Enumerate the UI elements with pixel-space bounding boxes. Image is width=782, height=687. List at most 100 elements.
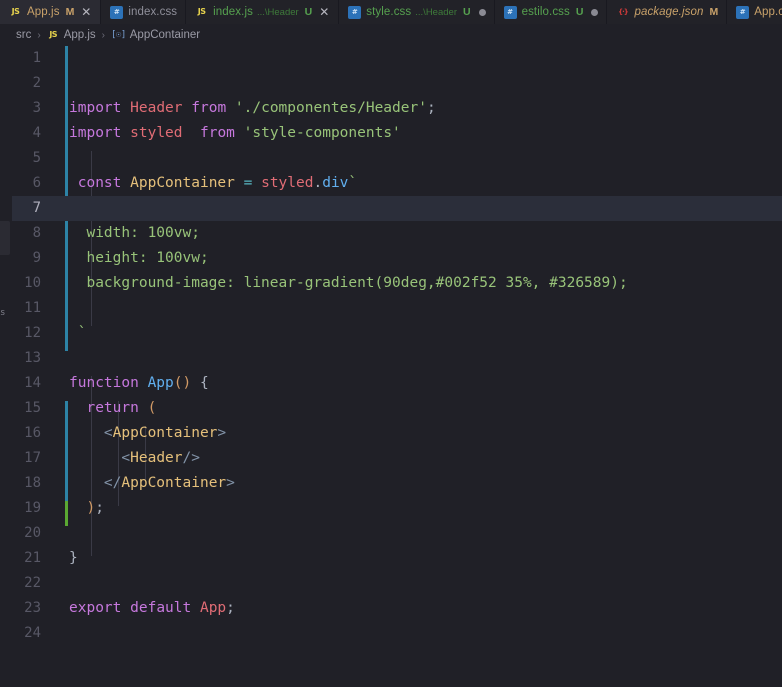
- line-number: 21: [24, 550, 41, 566]
- code-line[interactable]: 3 import Header from './componentes/Head…: [12, 96, 782, 121]
- line-number: 13: [24, 350, 41, 366]
- collapsed-sidebar-edge[interactable]: s: [0, 46, 12, 687]
- line-number: 3: [32, 100, 41, 116]
- line-content: </AppContainer>: [103, 475, 235, 491]
- line-number: 9: [32, 250, 41, 266]
- line-number: 22: [24, 575, 41, 591]
- line-content: <AppContainer>: [103, 425, 227, 441]
- code-line[interactable]: 6 const AppContainer = styled.div`: [12, 171, 782, 196]
- chevron-right-icon: ›: [37, 29, 41, 41]
- line-content: return (: [86, 400, 157, 416]
- line-number: 1: [32, 50, 41, 66]
- dirty-indicator-icon[interactable]: [478, 8, 486, 16]
- tab-label: package.json: [634, 6, 704, 18]
- line-content: width: 100vw;: [69, 225, 200, 241]
- tab-description: ...\Header: [256, 6, 299, 18]
- tab-label: style.css: [366, 6, 412, 18]
- code-line[interactable]: 19 );: [12, 496, 782, 521]
- sidebar-clipped-label: s: [0, 308, 6, 318]
- code-line[interactable]: 1: [12, 46, 782, 71]
- line-content: height: 100vw;: [69, 250, 209, 266]
- css-file-icon: #: [110, 5, 124, 19]
- code-line[interactable]: 16 <AppContainer>: [12, 421, 782, 446]
- line-content: }: [69, 550, 78, 566]
- code-line[interactable]: 21 }: [12, 546, 782, 571]
- line-number: 4: [32, 125, 41, 141]
- code-line[interactable]: 18 </AppContainer>: [12, 471, 782, 496]
- tab-index-css[interactable]: # index.css: [101, 0, 187, 24]
- code-line[interactable]: 15 return (: [12, 396, 782, 421]
- line-number: 8: [32, 225, 41, 241]
- tab-index-js-header[interactable]: JS index.js ...\Header U ✕: [186, 0, 340, 24]
- code-line[interactable]: 23 export default App;: [12, 596, 782, 621]
- tab-style-css-header[interactable]: # style.css ...\Header U: [339, 0, 495, 24]
- close-icon[interactable]: ✕: [80, 6, 92, 18]
- vscode-window: JS App.js M ✕ # index.css JS index.js ..…: [0, 0, 782, 687]
- line-number: 12: [24, 325, 41, 341]
- breadcrumb-item-symbol[interactable]: [☉] AppContainer: [111, 29, 200, 41]
- breadcrumb-item-src[interactable]: src: [16, 29, 31, 41]
- editor-tab-bar: JS App.js M ✕ # index.css JS index.js ..…: [0, 0, 782, 24]
- code-line[interactable]: 14 function App() {: [12, 371, 782, 396]
- dirty-indicator-icon[interactable]: [591, 8, 599, 16]
- tab-label: index.js: [213, 6, 253, 18]
- breadcrumb-symbol-label: AppContainer: [129, 29, 201, 41]
- json-file-icon: {·}: [618, 7, 629, 16]
- tab-status-badge: M: [65, 6, 75, 18]
- line-content: function App() {: [69, 375, 209, 391]
- tab-status-badge: U: [575, 6, 584, 18]
- code-line[interactable]: 17 <Header/>: [12, 446, 782, 471]
- tab-status-badge: U: [462, 6, 471, 18]
- code-line[interactable]: 5: [12, 146, 782, 171]
- line-number: 23: [24, 600, 41, 616]
- line-number: 2: [32, 75, 41, 91]
- line-content: );: [86, 500, 104, 516]
- line-content: background-image: linear-gradient(90deg,…: [69, 275, 628, 291]
- line-content: `: [69, 325, 87, 341]
- breadcrumb: src › JS App.js › [☉] AppContainer: [0, 24, 782, 46]
- code-line[interactable]: 24: [12, 621, 782, 646]
- line-number: 5: [32, 150, 41, 166]
- line-number: 24: [24, 625, 41, 641]
- code-line[interactable]: 13: [12, 346, 782, 371]
- tab-app-js[interactable]: JS App.js M ✕: [0, 0, 102, 24]
- code-line[interactable]: 22: [12, 571, 782, 596]
- line-number: 14: [24, 375, 41, 391]
- line-number: 19: [24, 500, 41, 516]
- code-line[interactable]: 2: [12, 71, 782, 96]
- line-number: 18: [24, 475, 41, 491]
- code-line[interactable]: 10 background-image: linear-gradient(90d…: [12, 271, 782, 296]
- line-number: 17: [24, 450, 41, 466]
- chevron-right-icon: ›: [101, 29, 105, 41]
- code-editor[interactable]: 1 2 3 import Header from './componentes/…: [12, 46, 782, 687]
- code-line[interactable]: 20: [12, 521, 782, 546]
- line-number: 15: [24, 400, 41, 416]
- tab-label: App.css: [754, 6, 782, 18]
- line-number: 16: [24, 425, 41, 441]
- line-content: import styled from 'style-components': [69, 125, 401, 141]
- breadcrumb-file-label: App.js: [63, 29, 96, 41]
- tab-status-badge: M: [709, 6, 719, 18]
- code-line[interactable]: 11: [12, 296, 782, 321]
- sidebar-handle[interactable]: [0, 221, 10, 255]
- code-line[interactable]: 8 width: 100vw;: [12, 221, 782, 246]
- js-file-icon: JS: [49, 30, 58, 39]
- code-line[interactable]: 9 height: 100vw;: [12, 246, 782, 271]
- css-file-icon: #: [348, 5, 362, 19]
- tab-label: estilo.css: [521, 6, 570, 18]
- line-content: import Header from './componentes/Header…: [69, 100, 436, 116]
- close-icon[interactable]: ✕: [318, 6, 330, 18]
- tab-estilo-css[interactable]: # estilo.css U: [494, 0, 608, 24]
- code-line-current[interactable]: 7: [12, 196, 782, 221]
- css-file-icon: #: [736, 5, 750, 19]
- tab-status-badge: U: [304, 6, 313, 18]
- tab-app-css[interactable]: # App.css M: [727, 0, 782, 24]
- tab-package-json[interactable]: {·} package.json M: [607, 0, 728, 24]
- breadcrumb-item-file[interactable]: JS App.js: [47, 29, 96, 42]
- line-content: const AppContainer = styled.div`: [77, 175, 358, 191]
- line-number: 20: [24, 525, 41, 541]
- code-line[interactable]: 12 `: [12, 321, 782, 346]
- js-file-icon: JS: [197, 7, 206, 16]
- code-line[interactable]: 4 import styled from 'style-components': [12, 121, 782, 146]
- tab-description: ...\Header: [415, 6, 457, 18]
